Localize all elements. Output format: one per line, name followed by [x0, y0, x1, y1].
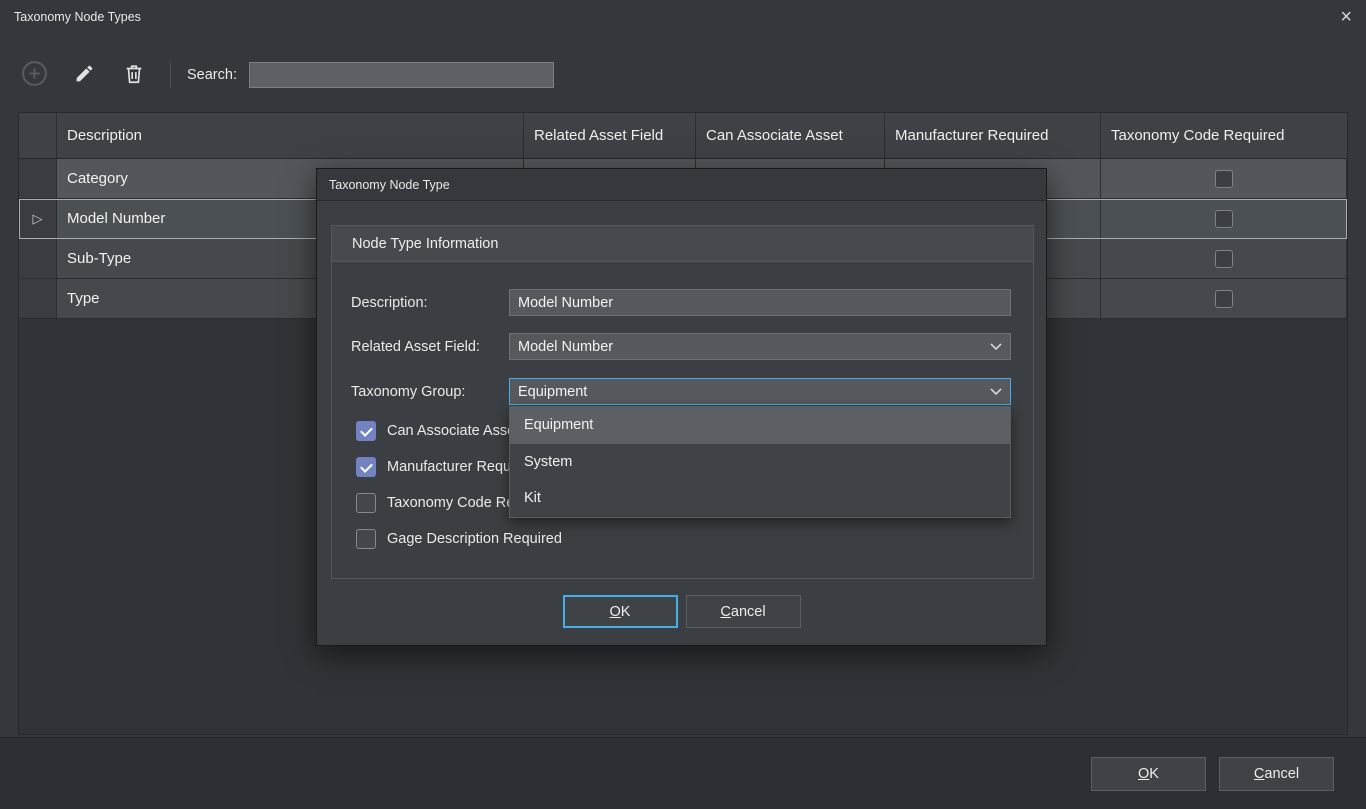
- pencil-icon: [74, 63, 95, 87]
- chevron-down-icon: [982, 388, 1010, 396]
- ok-button[interactable]: OK: [1091, 757, 1206, 791]
- dialog-cancel-button[interactable]: Cancel: [686, 595, 801, 628]
- gage-description-required-checkbox[interactable]: [356, 529, 376, 549]
- row-selector[interactable]: [19, 239, 57, 278]
- edit-button[interactable]: [68, 59, 100, 91]
- grid-header-row: Description Related Asset Field Can Asso…: [19, 113, 1347, 159]
- manufacturer-required-checkbox[interactable]: [356, 457, 376, 477]
- dialog-ok-button[interactable]: OK: [563, 595, 678, 628]
- window-title: Taxonomy Node Types: [14, 10, 141, 24]
- row-expander-icon: ▷: [33, 211, 43, 227]
- search-label: Search:: [187, 67, 237, 83]
- taxonomy-node-types-window: Taxonomy Node Types × Search: Descriptio…: [0, 0, 1366, 809]
- grid-header-description[interactable]: Description: [57, 113, 524, 158]
- add-button[interactable]: [18, 59, 50, 91]
- related-asset-field-label: Related Asset Field:: [351, 333, 480, 360]
- close-icon[interactable]: ×: [1340, 7, 1352, 27]
- trash-icon: [123, 63, 145, 88]
- taxonomy-group-combo[interactable]: Equipment: [509, 378, 1011, 405]
- description-label: Description:: [351, 289, 428, 316]
- dialog-button-bar: OK Cancel: [317, 595, 1046, 628]
- taxonomy-code-required-checkbox[interactable]: [1215, 250, 1233, 268]
- cancel-button[interactable]: Cancel: [1219, 757, 1334, 791]
- related-asset-field-value: Model Number: [510, 339, 982, 355]
- taxonomy-code-required-checkbox[interactable]: [1215, 210, 1233, 228]
- groupbox-title: Node Type Information: [332, 226, 1033, 262]
- taxonomy-code-required-checkbox[interactable]: [1215, 170, 1233, 188]
- row-taxonomy-code-required: [1101, 159, 1347, 198]
- dropdown-option-equipment[interactable]: Equipment: [510, 407, 1010, 444]
- dialog-title: Taxonomy Node Type: [329, 178, 450, 192]
- window-titlebar: Taxonomy Node Types ×: [0, 0, 1366, 34]
- delete-button[interactable]: [118, 59, 150, 91]
- chevron-down-icon: [982, 343, 1010, 351]
- taxonomy-node-type-dialog: Taxonomy Node Type Node Type Information…: [316, 168, 1047, 646]
- row-selector[interactable]: [19, 159, 57, 198]
- gage-description-required-option[interactable]: Gage Description Required: [356, 529, 562, 549]
- grid-header-taxonomy-code-required[interactable]: Taxonomy Code Required: [1101, 113, 1347, 158]
- row-selector[interactable]: [19, 279, 57, 318]
- search-input[interactable]: [249, 62, 554, 88]
- taxonomy-code-required-checkbox[interactable]: [356, 493, 376, 513]
- add-icon: [21, 60, 48, 90]
- taxonomy-code-required-checkbox[interactable]: [1215, 290, 1233, 308]
- dropdown-option-kit[interactable]: Kit: [510, 480, 1010, 517]
- row-taxonomy-code-required: [1101, 199, 1347, 238]
- row-taxonomy-code-required: [1101, 239, 1347, 278]
- dialog-titlebar: Taxonomy Node Type: [317, 169, 1046, 201]
- checkbox-label: Can Associate Asset: [387, 423, 519, 439]
- taxonomy-group-dropdown: Equipment System Kit: [509, 406, 1011, 518]
- grid-header-manufacturer-required[interactable]: Manufacturer Required: [885, 113, 1101, 158]
- grid-header-selector: [19, 113, 57, 158]
- grid-header-related-asset-field[interactable]: Related Asset Field: [524, 113, 696, 158]
- toolbar-separator: [170, 62, 171, 88]
- row-selector[interactable]: ▷: [19, 199, 57, 238]
- grid-header-can-associate-asset[interactable]: Can Associate Asset: [696, 113, 885, 158]
- checkbox-label: Gage Description Required: [387, 531, 562, 547]
- window-footer: OK Cancel: [0, 737, 1366, 809]
- toolbar: Search:: [18, 58, 554, 92]
- row-taxonomy-code-required: [1101, 279, 1347, 318]
- can-associate-asset-option[interactable]: Can Associate Asset: [356, 421, 519, 441]
- taxonomy-group-label: Taxonomy Group:: [351, 378, 465, 405]
- related-asset-field-combo[interactable]: Model Number: [509, 333, 1011, 360]
- can-associate-asset-checkbox[interactable]: [356, 421, 376, 441]
- dropdown-option-system[interactable]: System: [510, 444, 1010, 481]
- description-input[interactable]: [509, 289, 1011, 316]
- taxonomy-group-value: Equipment: [510, 384, 982, 400]
